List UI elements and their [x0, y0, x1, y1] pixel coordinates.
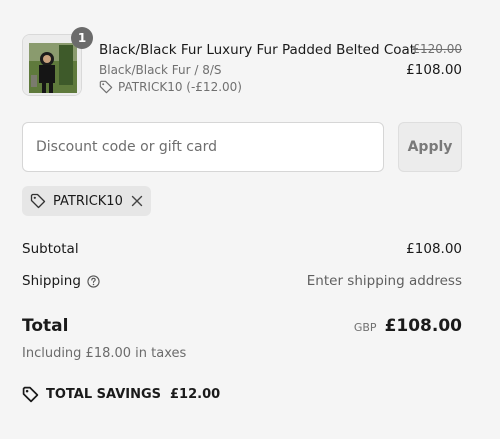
product-discount-text: PATRICK10 (-£12.00)	[118, 80, 242, 94]
tag-icon	[99, 80, 113, 94]
tag-icon	[30, 193, 46, 209]
taxes-note: Including £18.00 in taxes	[22, 346, 187, 361]
applied-discount-chip: PATRICK10	[22, 186, 151, 216]
discount-code-input[interactable]	[22, 122, 384, 172]
applied-code-text: PATRICK10	[53, 193, 123, 209]
subtotal-value: £108.00	[406, 241, 462, 257]
product-variant: Black/Black Fur / 8/S	[99, 63, 222, 77]
total-label: Total	[22, 316, 69, 336]
shipping-value: Enter shipping address	[306, 273, 462, 289]
product-title: Black/Black Fur Luxury Fur Padded Belted…	[99, 42, 416, 58]
help-icon[interactable]	[87, 274, 100, 288]
subtotal-label: Subtotal	[22, 241, 79, 257]
remove-discount-icon[interactable]	[131, 195, 143, 207]
currency-code: GBP	[353, 321, 377, 334]
total-savings: TOTAL SAVINGS £12.00	[22, 386, 220, 403]
line-item: 1 Black/Black Fur Luxury Fur Padded Belt…	[22, 27, 462, 98]
original-price: £120.00	[412, 42, 462, 56]
product-price: £108.00	[406, 62, 462, 78]
shipping-label: Shipping	[22, 273, 81, 289]
product-thumbnail: 1	[22, 27, 93, 96]
shipping-label-wrap: Shipping	[22, 273, 100, 289]
product-discount: PATRICK10 (-£12.00)	[99, 80, 242, 94]
tag-icon	[22, 386, 39, 403]
total-amount-wrap: GBP £108.00	[354, 316, 462, 336]
quantity-badge: 1	[71, 27, 93, 49]
total-amount: £108.00	[384, 316, 462, 336]
savings-amount: £12.00	[170, 387, 221, 402]
savings-label: TOTAL SAVINGS	[46, 387, 162, 402]
apply-button[interactable]: Apply	[398, 122, 462, 172]
